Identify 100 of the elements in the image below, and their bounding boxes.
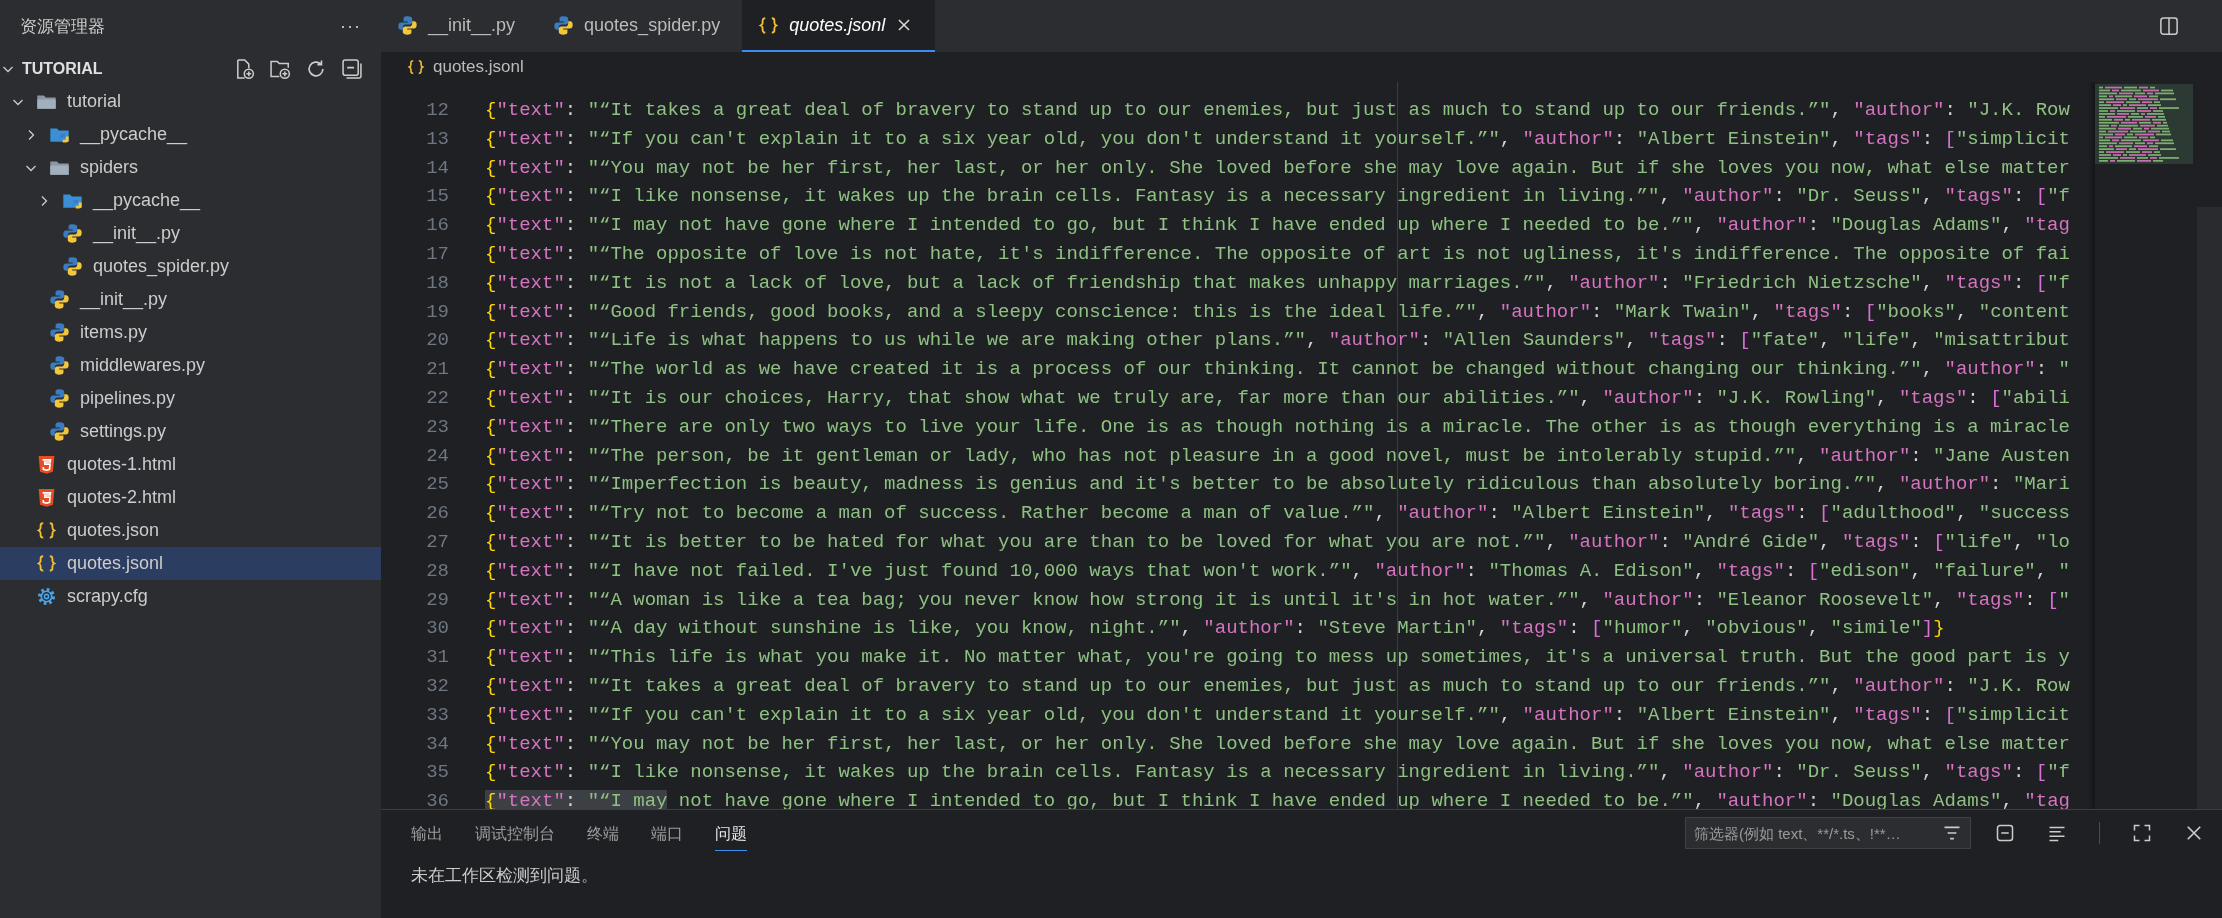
tree-item[interactable]: __pycache__ (0, 184, 381, 217)
code-text: {"text": "“It is our choices, Harry, that show what we truly are, far more than our abilities.”", "author": "J.K. Rowling", "tags": ["abili (485, 386, 2070, 409)
panel-tab[interactable]: 终端 (587, 815, 619, 851)
code-text: {"text": "“It is not a lack of love, but a lack of friendship that makes unhappy marriages.”", "author": "Friedrich Nietzsche", "tags": ["f (485, 271, 2070, 294)
line-number: 35 (425, 760, 450, 786)
code-text: {"text": "“The opposite of love is not hate, it's indifference. The opposite of art is not ugliness, it's indifference. The opposite of fai (485, 243, 2070, 265)
filter-field[interactable]: 筛选器(例如 text、**/*.ts、!**… (1685, 817, 1971, 849)
line-number: 16 (425, 213, 450, 239)
editor-tab[interactable]: __init__.py (381, 0, 538, 52)
breadcrumb-item[interactable]: quotes.jsonl (433, 57, 524, 77)
python-logo-icon (62, 256, 83, 277)
code-text: {"text": "“A woman is like a tea bag; you never know how strong it is until it's in hot water.”", "author": "Eleanor Roosevelt", "tags": [" (485, 588, 2070, 611)
python-logo-icon (49, 388, 70, 409)
braces-icon (407, 58, 425, 76)
line-number: 12 (425, 98, 450, 123)
code-text: {"text": "“This life is what you make it. No matter what, you're going to mess up sometimes, it's a universal truth. But the good part is y (485, 646, 2070, 669)
python-logo-icon (553, 14, 575, 36)
panel-tab[interactable]: 问题 (715, 815, 747, 851)
line-number: 18 (425, 270, 450, 296)
line-number: 34 (425, 731, 450, 757)
line-number: 29 (425, 587, 450, 613)
line-number: 19 (425, 299, 450, 325)
line-number: 21 (425, 357, 450, 383)
code-text: {"text": "“If you can't explain it to a six year old, you don't understand it yourself.”", "author": "Albert Einstein", "tags": ["simplicit (485, 127, 2070, 150)
tree-item[interactable]: quotes_spider.py (0, 250, 381, 283)
tree-item[interactable]: quotes.jsonl (0, 547, 381, 580)
code-text: {"text": "“It is better to be hated for what you are than to be loved for what you are not.”", "author": "André Gide", "tags": ["life", "lo (485, 530, 2070, 553)
braces-icon (36, 553, 57, 574)
line-number: 31 (425, 645, 450, 671)
python-logo-icon (49, 322, 70, 343)
line-number: 36 (425, 789, 450, 809)
shield-icon (36, 487, 57, 508)
code-text: {"text": "“Try not to become a man of success. Rather become a man of value.”", "author": "Albert Einstein", "tags": ["adulthood", "success (485, 502, 2070, 525)
code-text: {"text": "“If you can't explain it to a six year old, you don't understand it yourself.”", "author": "Albert Einstein", "tags": ["simplicit (485, 703, 2070, 726)
line-number: 28 (425, 558, 450, 584)
close-icon[interactable] (2184, 823, 2204, 843)
collapse-all-icon[interactable] (341, 57, 363, 80)
maximize-icon[interactable] (2132, 823, 2152, 843)
refresh-icon[interactable] (305, 57, 327, 80)
panel-tab[interactable]: 端口 (651, 815, 683, 851)
split-editor-icon[interactable] (2159, 16, 2179, 36)
line-number: 26 (425, 501, 450, 527)
line-number: 30 (425, 616, 450, 642)
tree-item[interactable]: middlewares.py (0, 349, 381, 382)
tree-item[interactable]: quotes-2.html (0, 481, 381, 514)
editor-tab[interactable]: quotes.jsonl (742, 0, 936, 52)
minimap[interactable] (2095, 84, 2193, 164)
braces-icon (758, 14, 780, 36)
code-text: {"text": "“You may not be her first, her last, or her only. She loved before she may love again. But if she loves you now, what else matter (485, 732, 2070, 755)
tree-item[interactable]: __init__.py (0, 217, 381, 250)
code-text: {"text": "“I like nonsense, it wakes up the brain cells. Fantasy is a necessary ingredient in living.”", "author": "Dr. Seuss", "tags": ["f (485, 185, 2070, 208)
line-number: 33 (425, 702, 450, 728)
panel-tab[interactable]: 调试控制台 (475, 815, 555, 851)
line-number: 15 (425, 184, 450, 210)
code-text: {"text": "“Life is what happens to us while we are making other plans.”", "author": "Allen Saunders", "tags": ["fate", "life", "misattribut (485, 329, 2070, 352)
tree-item[interactable]: __pycache__ (0, 118, 381, 151)
code-text: {"text": "“Good friends, good books, and a sleepy conscience: this is the ideal life.”", "author": "Mark Twain", "tags": ["books", "content (485, 300, 2070, 323)
python-logo-icon (397, 14, 418, 36)
tree-item[interactable]: scrapy.cfg (0, 580, 381, 613)
python-logo-icon (62, 223, 83, 244)
scrollbar-thumb[interactable] (2197, 207, 2222, 809)
python-logo-icon (49, 289, 70, 310)
code-text: {"text": "“The person, be it gentleman or lady, who has not pleasure in a good novel, must be intolerably stupid.”", "author": "Jane Austen (485, 444, 2070, 467)
python-logo-icon (49, 355, 70, 376)
editor-tab[interactable]: quotes_spider.py (537, 0, 743, 52)
panel-tab[interactable]: 输出 (411, 815, 443, 851)
line-number: 25 (425, 472, 450, 498)
code-text: {"text": "“I have not failed. I've just found 10,000 ways that won't work.”", "author": "Thomas A. Edison", "tags": ["edison", "failure", " (485, 559, 2070, 582)
tree-item[interactable]: quotes.json (0, 514, 381, 547)
code-text: {"text": "“There are only two ways to live your life. One is as though nothing is a miracle. The other is as though everything is a miracle (485, 415, 2070, 438)
collapse-icon[interactable] (1995, 823, 2015, 843)
code-text: {"text": "“The world as we have created it is a process of our thinking. It cannot be changed without changing our thinking.”", "author": " (485, 358, 2070, 381)
line-number: 24 (425, 443, 450, 469)
line-number: 13 (425, 126, 450, 152)
more-actions-button[interactable]: ··· (340, 15, 361, 37)
line-number: 17 (425, 242, 450, 267)
code-text: {"text": "“Imperfection is beauty, madness is genius and it's better to be absolutely ridiculous than absolutely boring.”", "author": "Mari (485, 473, 2070, 496)
tree-item[interactable]: items.py (0, 316, 381, 349)
shield-icon (36, 454, 57, 475)
tree-item[interactable]: spiders (0, 151, 381, 184)
code-text: {"text": "“I like nonsense, it wakes up the brain cells. Fantasy is a necessary ingredient in living.”", "author": "Dr. Seuss", "tags": ["f (485, 761, 2070, 784)
code-text: {"text": "“You may not be her first, her last, or her only. She loved before she may love again. But if she loves you now, what else matter (485, 156, 2070, 179)
code-text: {"text": "“A day without sunshine is like, you know, night.”", "author": "Steve Martin", "tags": ["humor", "obvious", "simile"]} (485, 617, 1945, 640)
line-number: 20 (425, 328, 450, 354)
gear-icon (36, 586, 57, 607)
tree-item[interactable]: settings.py (0, 415, 381, 448)
code-text: {"text": "“I may not have gone where I intended to go, but I think I have ended up where I needed to be.”", "author": "Douglas Adams", "tag (485, 214, 2070, 237)
line-number: 23 (425, 414, 450, 440)
line-number: 14 (425, 155, 450, 181)
tree-item[interactable]: quotes-1.html (0, 448, 381, 481)
explorer-title: 资源管理器 (20, 15, 105, 38)
code-text: {"text": "“It takes a great deal of bravery to stand up to our enemies, but just as much to stand up to our friends.”", "author": "J.K. Row (485, 674, 2070, 697)
tree-item[interactable]: tutorial (0, 85, 381, 118)
line-number: 32 (425, 673, 450, 699)
python-logo-icon (49, 421, 70, 442)
folder-section-title[interactable]: TUTORIAL (22, 59, 103, 78)
tree-item[interactable]: __init__.py (0, 283, 381, 316)
tree-item[interactable]: pipelines.py (0, 382, 381, 415)
braces-icon (36, 520, 57, 541)
line-number: 27 (425, 529, 450, 555)
